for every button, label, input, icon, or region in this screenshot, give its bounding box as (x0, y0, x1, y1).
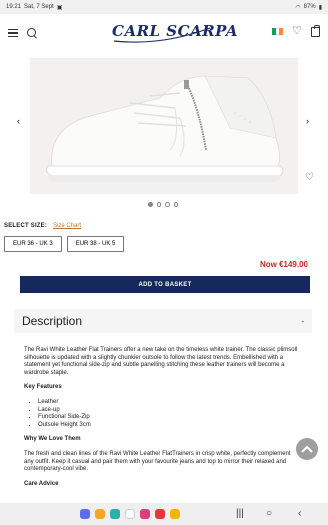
product-price: Now €149.00 (260, 260, 308, 269)
wishlist-heart-icon[interactable]: ♡ (292, 26, 302, 37)
wifi-icon: ◠ (295, 4, 301, 11)
menu-icon[interactable] (8, 29, 18, 37)
app-icon[interactable] (155, 509, 165, 519)
app-icon[interactable] (125, 509, 135, 519)
status-time: 19:21 (6, 4, 22, 10)
chevron-up-icon (301, 445, 313, 453)
list-item: Leather (38, 399, 300, 407)
collapse-icon[interactable]: - (301, 317, 304, 326)
care-advice-heading: Care Advice (24, 480, 59, 487)
shopping-bag-icon[interactable] (311, 24, 320, 37)
gallery-next-icon[interactable]: › (306, 116, 309, 126)
list-item: Outsole Height 3cm (38, 422, 300, 430)
gallery-dot[interactable] (165, 202, 170, 207)
size-selector-header: SELECT SIZE: Size Chart (4, 223, 81, 229)
size-option-eur38[interactable]: EUR 38 - UK 5 (66, 236, 125, 252)
product-image (30, 58, 298, 194)
app-icon[interactable] (140, 509, 150, 519)
gallery-dot[interactable] (173, 202, 178, 207)
photo-notification-icon: ▣ (56, 4, 63, 11)
ireland-flag-icon[interactable] (272, 28, 284, 35)
product-gallery: ‹ › ♡ (0, 52, 328, 207)
home-icon[interactable]: ○ (266, 508, 272, 519)
key-features-heading: Key Features (24, 384, 62, 391)
price-now: Now €149.00 (259, 260, 308, 269)
site-header: CARL SCARPA ♡ (0, 14, 328, 52)
search-icon[interactable] (27, 27, 38, 39)
app-icon[interactable] (95, 509, 105, 519)
battery-icon: ▮ (318, 4, 322, 11)
back-icon[interactable]: ‹ (298, 508, 301, 519)
scroll-to-top-button[interactable] (296, 438, 318, 460)
description-intro: The Ravi White Leather Flat Trainers off… (24, 347, 298, 376)
status-bar: 19:21 Sat, 7 Sept ▣ ◠ 87% ▮ (0, 0, 328, 14)
size-options: EUR 36 - UK 3 EUR 38 - UK 5 (4, 236, 125, 252)
why-we-love-text: The fresh and clean lines of the Ravi Wh… (24, 450, 291, 473)
size-option-eur36[interactable]: EUR 36 - UK 3 (4, 236, 62, 252)
product-wishlist-heart-icon[interactable]: ♡ (305, 172, 314, 183)
gallery-pagination (148, 202, 178, 207)
brand-logo[interactable]: CARL SCARPA (112, 20, 238, 46)
app-icon[interactable] (110, 509, 120, 519)
battery-level: 87% (303, 4, 316, 10)
app-icon[interactable] (170, 509, 180, 519)
key-features-list: Leather Lace-up Functional Side-Zip Outs… (38, 399, 300, 429)
recents-icon[interactable]: ||| (236, 508, 244, 519)
why-we-love-heading: Why We Love Them (24, 436, 81, 443)
gallery-dot[interactable] (148, 202, 153, 207)
gallery-prev-icon[interactable]: ‹ (17, 116, 20, 126)
app-icon[interactable] (80, 509, 90, 519)
logo-swoosh-icon (113, 27, 211, 43)
description-accordion-header[interactable]: Description - (14, 309, 312, 333)
system-navigation-bar: ||| ○ ‹ (0, 503, 328, 525)
description-title: Description (22, 314, 83, 328)
gallery-dot[interactable] (156, 202, 161, 207)
status-date: Sat, 7 Sept (24, 4, 54, 10)
add-to-basket-button[interactable]: ADD TO BASKET (20, 276, 310, 293)
description-content: The Ravi White Leather Flat Trainers off… (24, 347, 300, 495)
size-chart-link[interactable]: Size Chart (53, 223, 81, 229)
list-item: Functional Side-Zip (38, 414, 300, 422)
list-item: Lace-up (38, 407, 300, 415)
select-size-label: SELECT SIZE: (4, 223, 48, 229)
